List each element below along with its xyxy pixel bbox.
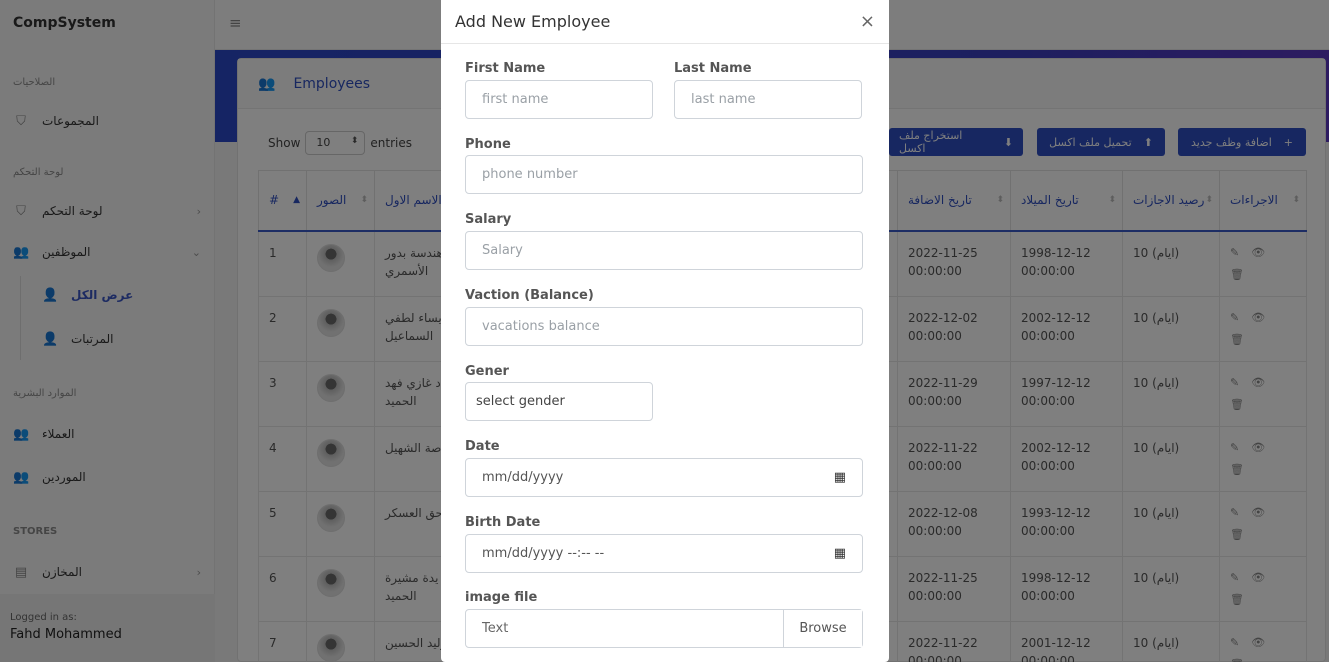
image-file-placeholder: Text <box>482 621 509 636</box>
browse-button[interactable]: Browse <box>783 610 862 647</box>
birth-date-field[interactable]: mm/dd/yyyy --:-- -- ▦ <box>465 534 863 573</box>
modal-header: Add New Employee × <box>441 0 889 44</box>
image-file-label: image file <box>465 590 538 605</box>
close-icon[interactable]: × <box>860 11 875 32</box>
background-page: CompSystem الصلاحيات ⛉ المجموعات لوحة ال… <box>0 0 1329 662</box>
vacation-field[interactable]: vacations balance <box>465 307 863 346</box>
first-name-field[interactable]: first name <box>465 80 653 119</box>
date-label: Date <box>465 439 500 454</box>
image-file-input[interactable]: Text Browse <box>465 609 863 648</box>
salary-label: Salary <box>465 212 512 227</box>
modal-title: Add New Employee <box>455 12 611 31</box>
phone-field[interactable]: phone number <box>465 155 863 194</box>
date-placeholder: mm/dd/yyyy <box>482 470 564 485</box>
birth-date-placeholder: mm/dd/yyyy --:-- -- <box>482 546 605 561</box>
gender-select[interactable]: select gender <box>465 382 653 421</box>
gender-label: Gener <box>465 364 509 379</box>
phone-label: Phone <box>465 137 511 152</box>
first-name-label: First Name <box>465 61 546 76</box>
calendar-icon[interactable]: ▦ <box>834 470 846 485</box>
birth-date-label: Birth Date <box>465 515 541 530</box>
add-employee-modal: Add New Employee × First Name first name… <box>441 0 889 662</box>
last-name-field[interactable]: last name <box>674 80 862 119</box>
salary-field[interactable]: Salary <box>465 231 863 270</box>
vacation-label: Vaction (Balance) <box>465 288 594 303</box>
calendar-icon[interactable]: ▦ <box>834 546 846 561</box>
last-name-label: Last Name <box>674 61 752 76</box>
date-field[interactable]: mm/dd/yyyy ▦ <box>465 458 863 497</box>
